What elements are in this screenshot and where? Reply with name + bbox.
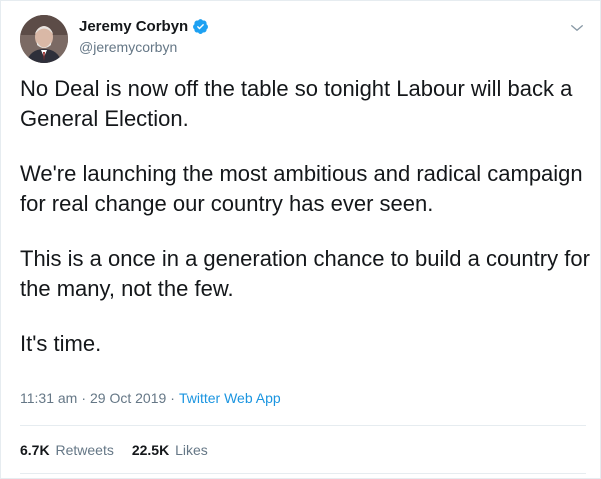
tweet-card: Jeremy Corbyn @jeremycorbyn No Deal is n…	[0, 0, 601, 479]
author-handle[interactable]: @jeremycorbyn	[79, 39, 177, 55]
divider	[20, 425, 586, 426]
profile-photo	[20, 15, 68, 63]
retweets-label: Retweets	[55, 442, 114, 458]
divider	[20, 473, 586, 474]
separator: ·	[170, 390, 175, 406]
tweet-time[interactable]: 11:31 am	[20, 390, 77, 406]
verified-badge-icon	[193, 19, 209, 34]
tweet-stats: 6.7K Retweets 22.5K Likes	[20, 442, 208, 458]
retweets-stat[interactable]: 6.7K Retweets	[20, 442, 114, 458]
tweet-metadata: 11:31 am · 29 Oct 2019 · Twitter Web App	[20, 390, 281, 406]
tweet-paragraph: It's time.	[20, 331, 102, 356]
tweet-paragraph: No Deal is now off the table so tonight …	[20, 76, 573, 131]
tweet-paragraph: We're launching the most ambitious and r…	[20, 161, 583, 216]
author-name-row[interactable]: Jeremy Corbyn	[79, 18, 209, 35]
likes-count: 22.5K	[131, 442, 170, 458]
tweet-source-link[interactable]: Twitter Web App	[179, 390, 281, 406]
likes-stat[interactable]: 22.5K Likes	[132, 442, 208, 458]
likes-label: Likes	[175, 442, 208, 458]
separator: ·	[81, 390, 87, 406]
tweet-date[interactable]: 29 Oct 2019	[90, 390, 166, 406]
avatar[interactable]	[20, 15, 68, 63]
tweet-paragraph: This is a once in a generation chance to…	[20, 246, 590, 301]
retweets-count: 6.7K	[20, 442, 50, 458]
chevron-down-icon[interactable]	[568, 19, 586, 37]
tweet-text: No Deal is now off the table so tonight …	[20, 74, 590, 384]
author-display-name[interactable]: Jeremy Corbyn	[79, 18, 188, 35]
